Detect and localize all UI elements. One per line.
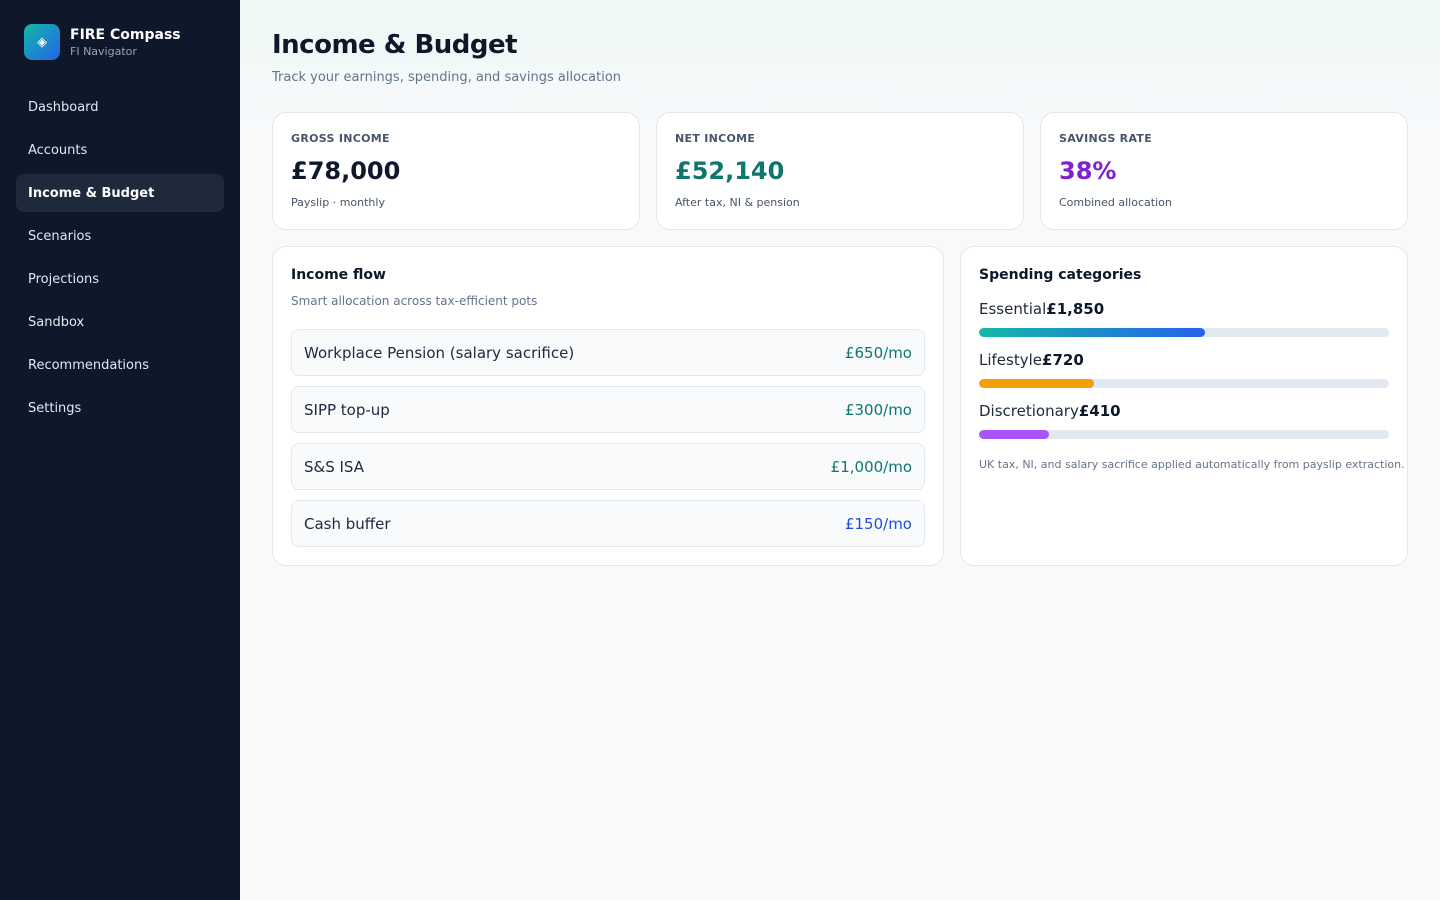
stat-value: £52,140 [675, 157, 785, 185]
spending-note: UK tax, NI, and salary sacrifice applied… [979, 458, 1405, 471]
stat-note: Combined allocation [1059, 196, 1172, 209]
progress-track [979, 430, 1389, 439]
sidebar-item-scenarios[interactable]: Scenarios [16, 217, 224, 255]
list-item[interactable]: Workplace Pension (salary sacrifice) £65… [291, 329, 925, 376]
sidebar-item-accounts[interactable]: Accounts [16, 131, 224, 169]
sidebar: ◈ FIRE Compass FI Navigator Dashboard Ac… [0, 0, 240, 900]
spending-title: Spending categories [979, 267, 1142, 283]
income-flow-card: Income flow Smart allocation across tax-… [272, 246, 944, 566]
category-value: £1,850 [1046, 300, 1105, 318]
category-header: Essential£1,850 [979, 299, 1389, 319]
list-item[interactable]: SIPP top-up £300/mo [291, 386, 925, 433]
spending-categories-card: Spending categories Essential£1,850 Life… [960, 246, 1408, 566]
sidebar-item-sandbox[interactable]: Sandbox [16, 303, 224, 341]
sidebar-item-recommendations[interactable]: Recommendations [16, 346, 224, 384]
main-content: Income & Budget Track your earnings, spe… [240, 0, 1440, 900]
stat-value: £78,000 [291, 157, 401, 185]
income-flow-subtitle: Smart allocation across tax-efficient po… [291, 294, 538, 308]
sidebar-item-projections[interactable]: Projections [16, 260, 224, 298]
stat-label: SAVINGS RATE [1059, 132, 1153, 145]
category-header: Lifestyle£720 [979, 350, 1389, 370]
progress-fill [979, 379, 1094, 388]
stat-note: After tax, NI & pension [675, 196, 800, 209]
brand[interactable]: ◈ FIRE Compass FI Navigator [24, 24, 181, 60]
progress-track [979, 379, 1389, 388]
category-value: £410 [1078, 402, 1121, 420]
sidebar-nav: Dashboard Accounts Income & Budget Scena… [16, 88, 224, 432]
sidebar-item-income-budget[interactable]: Income & Budget [16, 174, 224, 212]
category-name: Essential [979, 300, 1047, 318]
progress-fill [979, 328, 1205, 337]
list-item[interactable]: Cash buffer £150/mo [291, 500, 925, 547]
diamond-icon: ◈ [24, 24, 60, 60]
progress-track [979, 328, 1389, 337]
flow-item-amount: £650/mo [844, 343, 912, 362]
brand-name: FIRE Compass [70, 27, 181, 43]
stat-label: NET INCOME [675, 132, 756, 145]
stat-value: 38% [1059, 157, 1117, 185]
category-value: £720 [1042, 351, 1084, 369]
page-subtitle: Track your earnings, spending, and savin… [272, 70, 622, 85]
category-header: Discretionary£410 [979, 401, 1389, 421]
category-name: Discretionary [979, 402, 1079, 420]
spending-category: Discretionary£410 [979, 401, 1389, 452]
spending-category: Lifestyle£720 [979, 350, 1389, 401]
spending-category: Essential£1,850 [979, 299, 1389, 350]
flow-item-name: S&S ISA [304, 457, 364, 476]
flow-item-amount: £150/mo [844, 514, 912, 533]
brand-text: FIRE Compass FI Navigator [70, 25, 181, 59]
income-flow-title: Income flow [291, 267, 386, 283]
category-name: Lifestyle [979, 351, 1043, 369]
stat-note: Payslip · monthly [291, 196, 385, 209]
flow-item-name: Cash buffer [304, 514, 391, 533]
income-flow-list: Workplace Pension (salary sacrifice) £65… [291, 329, 925, 557]
flow-item-amount: £1,000/mo [830, 457, 912, 476]
sidebar-item-dashboard[interactable]: Dashboard [16, 88, 224, 126]
brand-tagline: FI Navigator [70, 45, 137, 58]
spending-category-list: Essential£1,850 Lifestyle£720 Discretion… [979, 299, 1389, 452]
progress-fill [979, 430, 1049, 439]
flow-item-amount: £300/mo [844, 400, 912, 419]
gross-income-card: GROSS INCOME £78,000 Payslip · monthly [272, 112, 640, 230]
flow-item-name: Workplace Pension (salary sacrifice) [304, 343, 575, 362]
net-income-card: NET INCOME £52,140 After tax, NI & pensi… [656, 112, 1024, 230]
page-title: Income & Budget [272, 30, 518, 60]
stat-label: GROSS INCOME [291, 132, 390, 145]
savings-rate-card: SAVINGS RATE 38% Combined allocation [1040, 112, 1408, 230]
sidebar-item-settings[interactable]: Settings [16, 389, 224, 427]
flow-item-name: SIPP top-up [304, 400, 390, 419]
list-item[interactable]: S&S ISA £1,000/mo [291, 443, 925, 490]
